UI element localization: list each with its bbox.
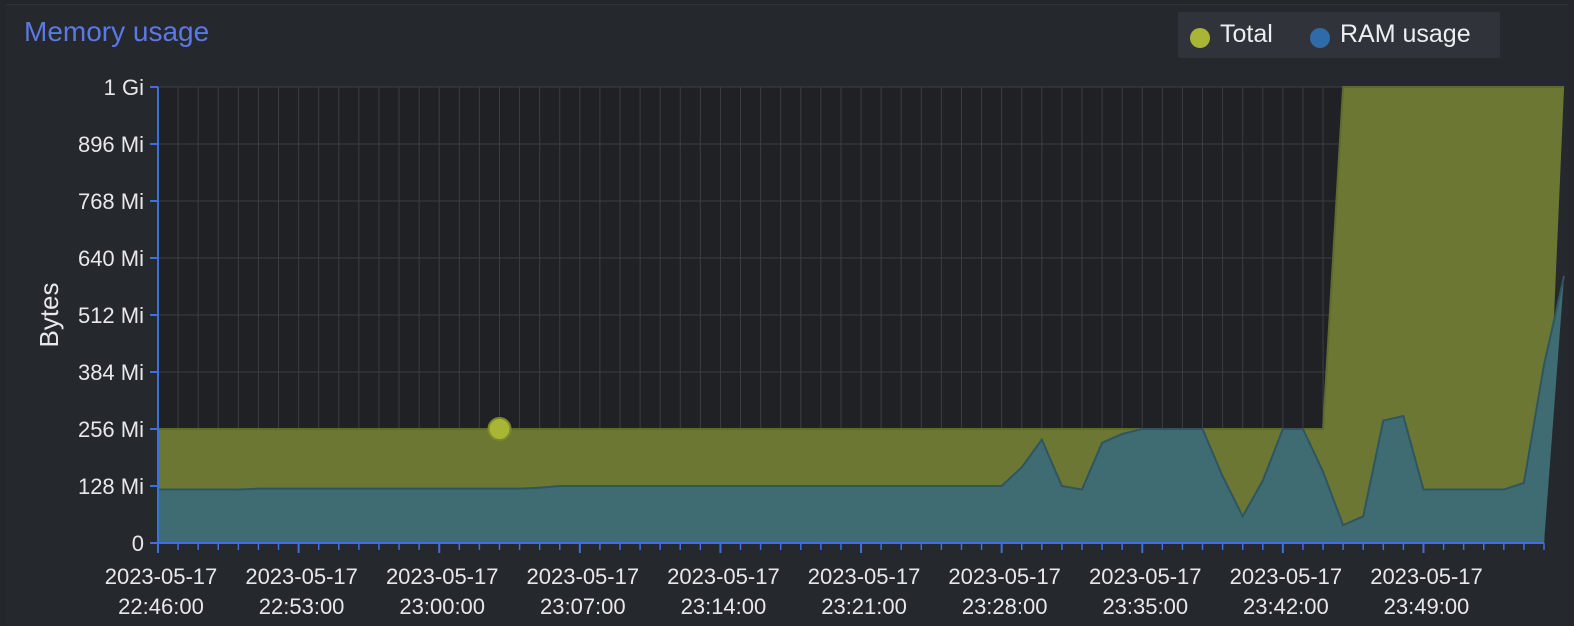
legend-dot-ram-usage [1310,27,1330,48]
legend-label-total: Total [1220,20,1273,48]
highlight-point-total [487,417,512,441]
x-tick-label-time: 23:28:00 [962,594,1048,619]
y-tick-label: 512 Mi [78,303,144,328]
y-axis-label: Bytes [34,282,64,347]
x-tick-label-date: 2023-05-17 [386,564,499,589]
x-tick-label-date: 2023-05-17 [948,564,1061,589]
memory-usage-chart: 0 128 Mi 256 Mi 384 Mi 512 Mi 640 Mi 768 Mi 896… [34,75,1566,619]
y-tick-label: 0 [132,531,144,556]
legend-label-ram-usage: RAM usage [1340,20,1471,48]
y-tick-label: 768 Mi [78,189,144,214]
x-tick-label-date: 2023-05-17 [105,564,218,589]
y-tick-label: 128 Mi [78,474,144,499]
x-tick-label-time: 23:35:00 [1102,594,1188,619]
legend-item-total[interactable]: Total [1190,20,1273,49]
x-tick-label-date: 2023-05-17 [1230,564,1343,589]
y-tick-label: 1 Gi [104,75,144,100]
y-tick-label: 256 Mi [78,417,144,442]
legend-dot-total [1190,27,1210,48]
legend-item-ram-usage[interactable]: RAM usage [1310,20,1471,49]
x-tick-label-date: 2023-05-17 [1370,564,1483,589]
x-tick-label-time: 23:21:00 [821,594,907,619]
y-tick-label: 384 Mi [78,360,144,385]
x-tick-label-time: 22:46:00 [118,594,204,619]
x-tick-label-date: 2023-05-17 [808,564,921,589]
x-tick-label-time: 23:00:00 [399,594,485,619]
x-tick-label-time: 23:42:00 [1243,594,1329,619]
x-tick-label-date: 2023-05-17 [1089,564,1202,589]
y-tick-label: 896 Mi [78,132,144,157]
x-tick-label-time: 23:49:00 [1384,594,1470,619]
x-tick-label-date: 2023-05-17 [527,564,640,589]
chart-title: Memory usage [24,16,210,47]
y-tick-label: 640 Mi [78,246,144,271]
x-tick-label-time: 23:14:00 [681,594,767,619]
x-tick-label-date: 2023-05-17 [245,564,358,589]
x-tick-label-time: 23:07:00 [540,594,626,619]
x-tick-label-time: 22:53:00 [259,594,345,619]
x-tick-label-date: 2023-05-17 [667,564,780,589]
legend: Total RAM usage [1178,12,1500,58]
